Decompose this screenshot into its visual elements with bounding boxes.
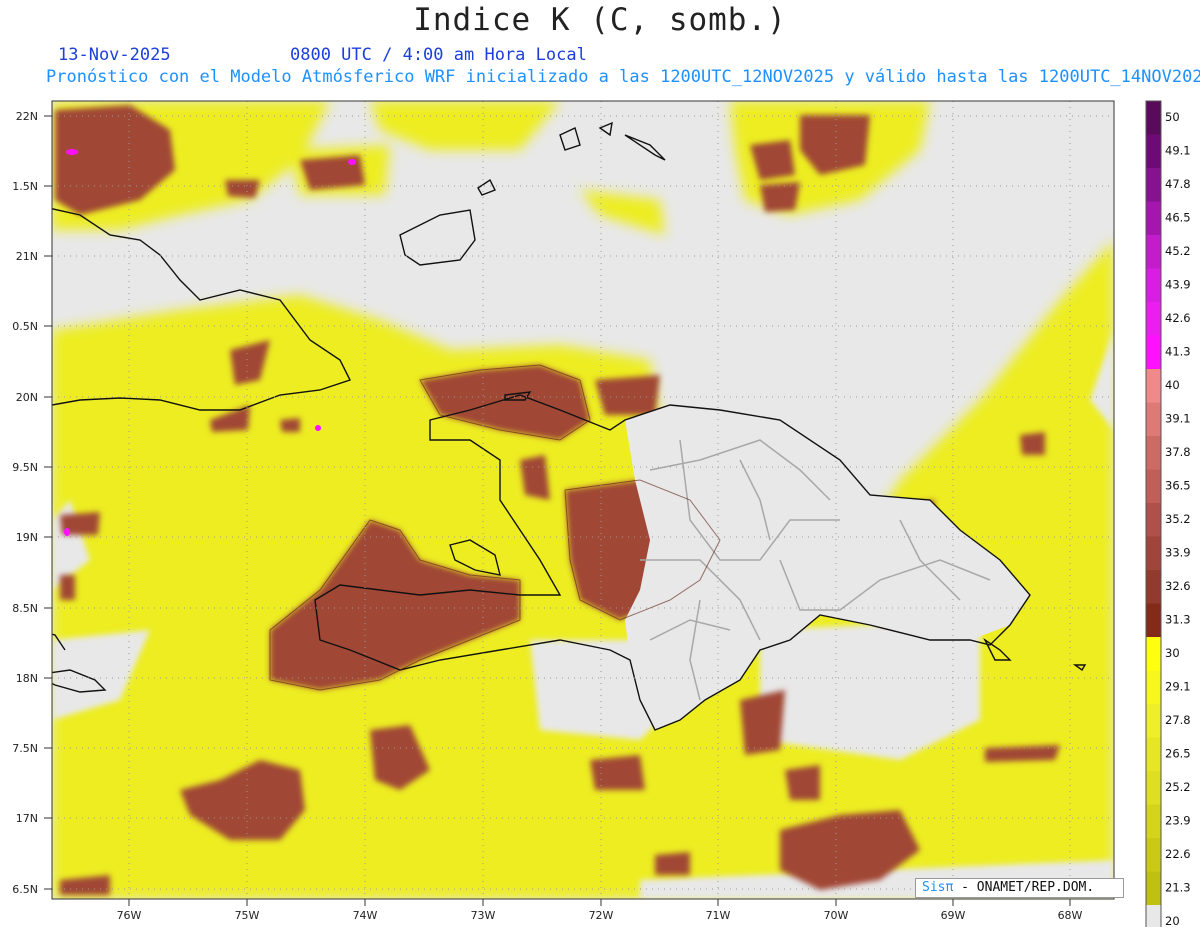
colorbar-swatch (1146, 235, 1161, 269)
colorbar-label: 22.6 (1165, 847, 1191, 861)
lon-label: 72W (589, 909, 614, 922)
colorbar-label: 40 (1165, 378, 1180, 392)
lat-label: 18N (16, 672, 38, 685)
colorbar-swatch (1146, 570, 1161, 604)
colorbar-swatch (1146, 737, 1161, 771)
colorbar-label: 29.1 (1165, 680, 1191, 694)
colorbar-label: 31.3 (1165, 613, 1191, 627)
lat-label: 9.5N (12, 461, 38, 474)
colorbar-swatch (1146, 168, 1161, 202)
lat-label: 21N (16, 250, 38, 263)
colorbar-swatch (1146, 704, 1161, 738)
colorbar-swatch (1146, 469, 1161, 503)
lat-label: 22N (16, 110, 38, 123)
lon-label: 73W (471, 909, 496, 922)
colorbar-label: 26.5 (1165, 747, 1191, 761)
latitude-labels: 22N 1.5N 21N 0.5N 20N 9.5N 19N 8.5N 18N … (12, 110, 38, 896)
colorbar-label: 43.9 (1165, 278, 1191, 292)
colorbar-label: 30 (1165, 646, 1180, 660)
colorbar-label: 27.8 (1165, 713, 1191, 727)
lat-label: 8.5N (12, 602, 38, 615)
colorbar-swatch (1146, 402, 1161, 436)
lat-label: 7.5N (12, 742, 38, 755)
colorbar-label: 32.6 (1165, 579, 1191, 593)
sispi-logo: Sisπ (922, 880, 954, 895)
colorbar-swatch (1146, 268, 1161, 302)
colorbar-label: 45.2 (1165, 244, 1191, 258)
credit-text: - ONAMET/REP.DOM. (953, 880, 1095, 895)
lon-label: 71W (706, 909, 731, 922)
lat-label: 20N (16, 391, 38, 404)
colorbar-swatch (1146, 905, 1161, 927)
colorbar-swatch (1146, 134, 1161, 168)
colorbar-swatch (1146, 603, 1161, 637)
colorbar-label: 20 (1165, 914, 1180, 927)
colorbar-swatch (1146, 871, 1161, 905)
colorbar-label: 39.1 (1165, 412, 1191, 426)
lon-label: 69W (941, 909, 966, 922)
lat-label: 1.5N (12, 180, 38, 193)
colorbar-label: 41.3 (1165, 345, 1191, 359)
lon-label: 74W (353, 909, 378, 922)
colorbar-label: 37.8 (1165, 445, 1191, 459)
colorbar-swatch (1146, 503, 1161, 537)
colorbar-label: 47.8 (1165, 177, 1191, 191)
colorbar-label: 25.2 (1165, 780, 1191, 794)
colorbar-swatch (1146, 536, 1161, 570)
lat-label: 19N (16, 531, 38, 544)
colorbar-label: 23.9 (1165, 814, 1191, 828)
colorbar-swatch (1146, 670, 1161, 704)
colorbar-swatch (1146, 101, 1161, 135)
colorbar-swatch (1146, 838, 1161, 872)
colorbar-label: 36.5 (1165, 479, 1191, 493)
lon-label: 70W (824, 909, 849, 922)
colorbar-label: 42.6 (1165, 311, 1191, 325)
colorbar-swatch (1146, 637, 1161, 671)
lon-label: 76W (117, 909, 142, 922)
credit-logo: Sisπ - ONAMET/REP.DOM. (915, 878, 1124, 898)
colorbar-label: 49.1 (1165, 144, 1191, 158)
colorbar-swatch (1146, 201, 1161, 235)
colorbar-label: 46.5 (1165, 211, 1191, 225)
colorbar-label: 21.3 (1165, 881, 1191, 895)
colorbar-swatch (1146, 804, 1161, 838)
colorbar-swatch (1146, 369, 1161, 403)
colorbar-swatch (1146, 771, 1161, 805)
colorbar-swatch (1146, 436, 1161, 470)
colorbar: 50 49.1 47.8 46.5 45.2 43.9 42.6 41.3 40 39.1 37.8… (1145, 100, 1191, 927)
colorbar-label: 35.2 (1165, 512, 1191, 526)
lat-label: 6.5N (12, 883, 38, 896)
colorbar-swatch (1146, 302, 1161, 336)
lat-label: 0.5N (12, 320, 38, 333)
lat-label: 17N (16, 812, 38, 825)
lon-label: 75W (235, 909, 260, 922)
longitude-labels: 76W 75W 74W 73W 72W 71W 70W 69W 68W (117, 909, 1083, 922)
lon-label: 68W (1058, 909, 1083, 922)
colorbar-label: 33.9 (1165, 546, 1191, 560)
k-index-map: 22N 1.5N 21N 0.5N 20N 9.5N 19N 8.5N 18N … (12, 100, 1191, 927)
colorbar-label: 50 (1165, 110, 1180, 124)
colorbar-swatch (1146, 335, 1161, 369)
